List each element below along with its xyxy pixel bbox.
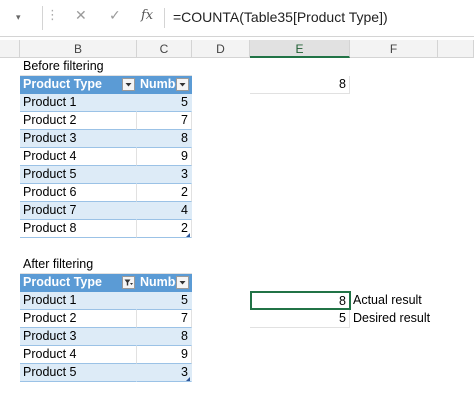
actual-result-label: Actual result xyxy=(353,293,422,307)
table-row[interactable]: Product 3 xyxy=(20,130,137,148)
column-header-f[interactable]: F xyxy=(350,40,438,58)
desired-result-value[interactable]: 5 xyxy=(250,310,350,328)
table-row[interactable]: Product 6 xyxy=(20,184,137,202)
table1-number-filter-dropdown-icon[interactable] xyxy=(176,78,189,91)
table-row[interactable]: 3 xyxy=(137,364,192,382)
table2-header-product-type[interactable]: Product Type xyxy=(20,274,137,292)
insert-function-icon[interactable]: fx xyxy=(141,8,153,23)
table-row[interactable]: Product 5 xyxy=(20,364,137,382)
enter-icon[interactable]: ✓ xyxy=(109,8,121,24)
table1-resize-handle[interactable] xyxy=(186,233,190,237)
table-row[interactable]: Product 4 xyxy=(20,346,137,364)
table-row[interactable]: 7 xyxy=(137,310,192,328)
table-row[interactable]: Product 1 xyxy=(20,94,137,112)
table1-header-product-type[interactable]: Product Type xyxy=(20,76,137,94)
table1-filter-dropdown-icon[interactable] xyxy=(122,78,135,91)
table-row[interactable]: 9 xyxy=(137,148,192,166)
table-row[interactable]: Product 1 xyxy=(20,292,137,310)
table1-header-number[interactable]: Numbe xyxy=(137,76,192,94)
table-row[interactable]: 2 xyxy=(137,220,192,238)
table-row[interactable]: 3 xyxy=(137,166,192,184)
table-row[interactable]: 7 xyxy=(137,112,192,130)
formula-bar: ▾ ⋮ ✕ ✓ fx =COUNTA(Table35[Product Type]… xyxy=(0,0,474,37)
table-row[interactable]: Product 8 xyxy=(20,220,137,238)
formula-input[interactable]: =COUNTA(Table35[Product Type]) xyxy=(173,9,388,25)
name-box-dropdown-icon[interactable]: ▾ xyxy=(16,13,21,23)
formula-buttons: ✕ ✓ fx xyxy=(62,6,164,30)
table-row[interactable]: 2 xyxy=(137,184,192,202)
table1-header-label: Product Type xyxy=(23,77,102,91)
table-row[interactable]: Product 3 xyxy=(20,328,137,346)
table-row[interactable]: Product 2 xyxy=(20,112,137,130)
table-row[interactable]: Product 4 xyxy=(20,148,137,166)
result-value-top[interactable]: 8 xyxy=(250,76,350,94)
name-box[interactable]: ▾ xyxy=(0,6,43,30)
table-row[interactable]: 8 xyxy=(137,328,192,346)
column-header-b[interactable]: B xyxy=(20,40,137,58)
table2-resize-handle[interactable] xyxy=(186,377,190,381)
cancel-icon[interactable]: ✕ xyxy=(75,8,87,24)
table-row[interactable]: Product 2 xyxy=(20,310,137,328)
table-row[interactable]: 5 xyxy=(137,292,192,310)
table2-header-label: Product Type xyxy=(23,275,102,289)
column-header-c[interactable]: C xyxy=(137,40,192,58)
desired-result-label: Desired result xyxy=(353,311,431,325)
table2-number-filter-dropdown-icon[interactable] xyxy=(176,276,189,289)
table2-header-number[interactable]: Numbe xyxy=(137,274,192,292)
formula-divider xyxy=(164,8,165,28)
column-header-prev[interactable] xyxy=(0,40,20,58)
column-header-e[interactable]: E xyxy=(250,40,350,58)
worksheet-grid: B C D E F Before filtering 8 Product Typ… xyxy=(0,40,474,409)
selected-cell-actual-result[interactable]: 8 xyxy=(250,291,351,310)
table-row[interactable]: 9 xyxy=(137,346,192,364)
table-row[interactable]: 4 xyxy=(137,202,192,220)
before-filtering-label: Before filtering xyxy=(20,58,192,76)
formula-bar-grip[interactable]: ⋮ xyxy=(46,8,59,23)
column-header-next[interactable] xyxy=(438,40,474,58)
table-row[interactable]: 5 xyxy=(137,94,192,112)
after-filtering-label: After filtering xyxy=(20,256,192,274)
table-row[interactable]: Product 7 xyxy=(20,202,137,220)
column-header-d[interactable]: D xyxy=(192,40,250,58)
table-row[interactable]: Product 5 xyxy=(20,166,137,184)
table2-filter-active-icon[interactable] xyxy=(122,276,135,289)
table-row[interactable]: 8 xyxy=(137,130,192,148)
